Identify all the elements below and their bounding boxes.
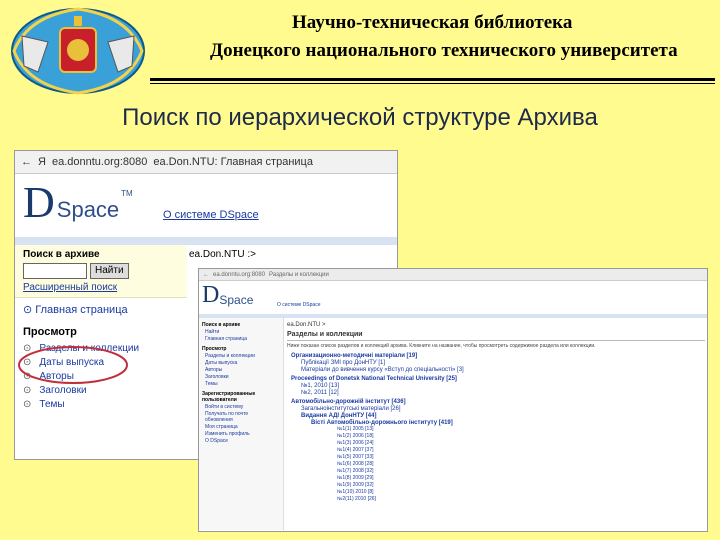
browser-address-bar: ← Я ea.donntu.org:8080 ea.Don.NTU: Главн… <box>15 151 397 174</box>
dspace-logo[interactable]: D Space <box>202 283 253 307</box>
highlight-circle <box>18 346 128 384</box>
slide-title: Поиск по иерархической структуре Архива <box>122 104 598 131</box>
browser-address-bar: ← ea.donntu.org:8080 Разделы и коллекции <box>199 269 707 281</box>
communities-collections-screenshot: ← ea.donntu.org:8080 Разделы и коллекции… <box>198 268 708 532</box>
dspace-logo[interactable]: D Space TM <box>23 181 133 225</box>
browse-dates-link[interactable]: Даты выпуска <box>205 360 277 366</box>
browse-authors-link[interactable]: Авторы <box>205 367 277 373</box>
url-text[interactable]: ea.donntu.org:8080 <box>52 156 147 168</box>
tree-item[interactable]: №1(5) 2007 [33] <box>337 454 705 461</box>
intro-text: Ниже показан список разделов и коллекций… <box>287 343 596 349</box>
library-name: Научно-техническая библиотека <box>292 12 573 33</box>
browse-communities-link[interactable]: Разделы и коллекции <box>205 353 277 359</box>
bullet-icon: ⊙ <box>23 399 32 410</box>
tree-item[interactable]: Публікації ЗМІ про ДонНТУ [1] <box>301 360 705 366</box>
tree-item[interactable]: №1(9) 2009 [32] <box>337 482 705 489</box>
tree-item[interactable]: №1, 2010 [13] <box>301 383 705 389</box>
header-rule <box>150 78 715 81</box>
tree-item[interactable]: Матеріали до вивчення курсу «Вступ до сп… <box>301 367 705 373</box>
tree-item[interactable]: №1(7) 2008 [32] <box>337 468 705 475</box>
tree-item[interactable]: №1(8) 2009 [29] <box>337 475 705 482</box>
main-page-link[interactable]: ⊙ Главная страница <box>23 303 179 316</box>
url-text[interactable]: ea.donntu.org:8080 <box>213 272 265 278</box>
my-page-link[interactable]: Моя страница <box>205 424 277 430</box>
breadcrumb[interactable]: ea.Don.NTU :> <box>189 249 256 260</box>
about-dspace-link[interactable]: О системе DSpace <box>277 302 320 308</box>
tree-item[interactable]: Организационно-методичні матеріали [19] <box>291 353 705 359</box>
browse-title: Просмотр <box>23 326 77 338</box>
search-title: Поиск в архиве <box>23 249 100 260</box>
search-button[interactable]: Найти <box>205 329 277 335</box>
browse-titles-link[interactable]: Заголовки <box>205 374 277 380</box>
main-content: ea.Don.NTU > Разделы и коллекции Ниже по… <box>287 318 705 503</box>
tree-item[interactable]: №2, 2011 [12] <box>301 390 705 396</box>
tree-item[interactable]: №2(11) 2010 [26] <box>337 496 705 503</box>
university-emblem <box>11 7 145 95</box>
subscribe-link[interactable]: Получать по почте обновления <box>205 411 277 423</box>
search-button[interactable]: Найти <box>90 263 129 279</box>
tree-item[interactable]: №1(6) 2008 [28] <box>337 461 705 468</box>
tree-item[interactable]: Proceedings of Donetsk National Technica… <box>291 376 705 382</box>
browse-subjects-link[interactable]: Темы <box>205 381 277 387</box>
back-icon[interactable]: ← <box>21 156 32 168</box>
registered-users-title: Зарегистрированные пользователи <box>202 391 256 403</box>
tree-item[interactable]: №1(3) 2006 [24] <box>337 440 705 447</box>
edit-profile-link[interactable]: Изменить профиль <box>205 431 277 437</box>
header-banner <box>15 237 397 245</box>
university-name: Донецкого национального технического уни… <box>210 40 678 61</box>
sidebar: Поиск в архиве Найти Главная страница Пр… <box>199 318 284 530</box>
main-page-link[interactable]: Главная страница <box>205 336 277 342</box>
search-box: Поиск в архиве Найти Расширенный поиск <box>15 245 187 298</box>
community-tree: Организационно-методичні матеріали [19] П… <box>287 353 705 503</box>
tree-item[interactable]: №1(4) 2007 [37] <box>337 447 705 454</box>
search-input[interactable] <box>23 263 87 279</box>
tree-item[interactable]: Автомобільно-дорожній інститут [436] <box>291 399 705 405</box>
tab-title[interactable]: ea.Don.NTU: Главная страница <box>153 156 313 168</box>
search-title: Поиск в архиве <box>202 322 241 328</box>
advanced-search-link[interactable]: Расширенный поиск <box>23 282 179 293</box>
tree-item[interactable]: Видання АДІ ДонНТУ [44] <box>301 413 705 419</box>
about-link[interactable]: О DSpace <box>205 438 277 444</box>
back-icon[interactable]: ← <box>203 272 209 278</box>
login-link[interactable]: Войти в систему <box>205 404 277 410</box>
tree-item[interactable]: №1(1) 2005 [13] <box>337 426 705 433</box>
tree-item[interactable]: Загальноінститутські матеріали [26] <box>301 406 705 412</box>
browse-title: Просмотр <box>202 346 227 352</box>
about-dspace-link[interactable]: О системе DSpace <box>163 209 259 221</box>
page-heading: Разделы и коллекции <box>287 331 363 338</box>
breadcrumb[interactable]: ea.Don.NTU > <box>287 322 705 328</box>
divider <box>287 340 705 341</box>
browse-subjects-link[interactable]: ⊙ Темы <box>23 398 179 412</box>
bullet-icon: ⊙ <box>23 304 33 316</box>
header-rule-thin <box>150 83 715 84</box>
tree-item[interactable]: №1(10) 2010 [8] <box>337 489 705 496</box>
language-indicator: Я <box>38 156 46 168</box>
tree-item[interactable]: №1(2) 2006 [18] <box>337 433 705 440</box>
tab-title[interactable]: Разделы и коллекции <box>269 272 329 278</box>
